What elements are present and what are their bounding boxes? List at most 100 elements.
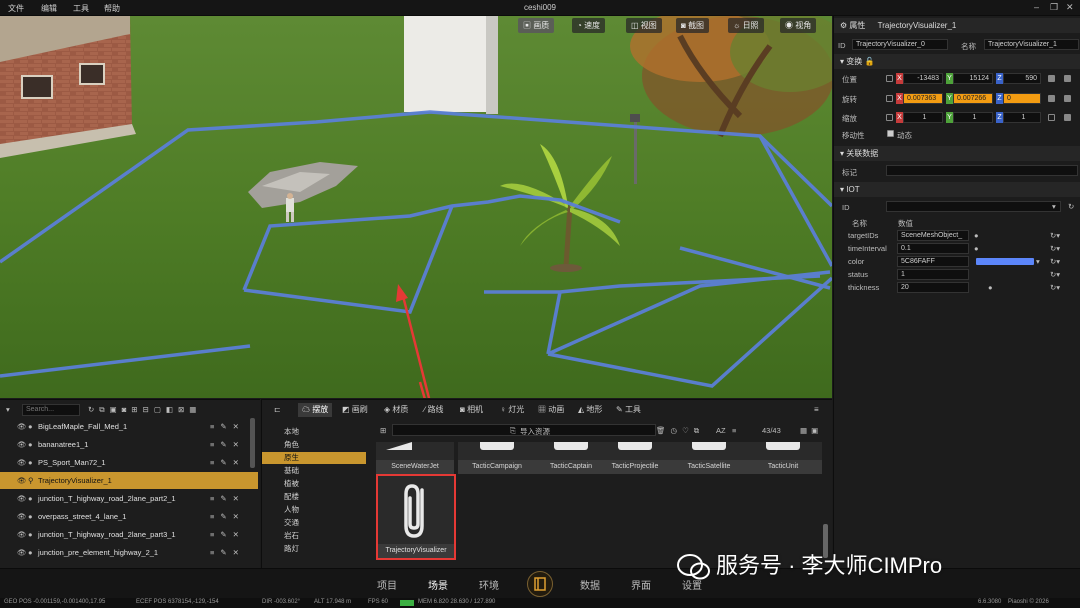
slider-handle[interactable]: ●	[988, 283, 993, 292]
chevron-down-icon[interactable]: ▾	[1036, 257, 1040, 266]
eye-icon[interactable]: 👁	[17, 548, 27, 557]
filter-icon[interactable]: ▾	[6, 405, 10, 414]
close-icon[interactable]: ✕	[1066, 2, 1074, 13]
scale-z-field[interactable]: 1	[1003, 112, 1041, 123]
outliner-row-selected[interactable]: 👁 ⚲ TrajectoryVisualizer_1	[0, 472, 258, 489]
asset-card[interactable]: TacticCampaign	[458, 442, 536, 474]
copy-icon[interactable]	[1048, 95, 1055, 102]
paste-icon[interactable]	[1064, 95, 1071, 102]
eye-icon[interactable]: 👁	[17, 458, 27, 467]
paste-icon[interactable]	[1064, 75, 1071, 82]
outliner-scrollbar[interactable]	[250, 418, 255, 468]
position-x-field[interactable]: -13483	[903, 73, 943, 84]
category-item-active[interactable]: 原生	[262, 452, 366, 464]
camera-angle-button[interactable]: ◉ 视角	[780, 18, 817, 33]
outliner-row[interactable]: 👁 ● PS_Sport_Man72_1 ≡✎✕	[0, 454, 258, 471]
rotation-x-field[interactable]: 0.007363	[903, 93, 943, 104]
iot-id-select[interactable]	[886, 201, 1061, 212]
outliner-search-input[interactable]: Search...	[22, 404, 80, 416]
tab-material[interactable]: ◈ 材质	[380, 403, 412, 417]
view-button[interactable]: ◫ 视图	[626, 18, 662, 33]
mobility-checkbox[interactable]	[887, 130, 894, 137]
screenshot-button[interactable]: ◙ 截图	[676, 18, 710, 33]
rotation-z-field[interactable]: 0	[1003, 93, 1041, 104]
tab-light[interactable]: ♀ 灯光	[496, 403, 528, 417]
eye-icon[interactable]: 👁	[17, 494, 27, 503]
scene-viewport[interactable]: ▣ 画质 ◔ 速度 ◫ 视图 ◙ 截图 ☼ 日照 ◉ 视角	[0, 16, 832, 398]
collapse-icon[interactable]: ⊏	[270, 403, 285, 417]
name-field[interactable]: TrajectoryVisualizer_1	[984, 39, 1079, 50]
asset-toolbar-icons[interactable]: 🗑◷♡⧉	[656, 426, 704, 436]
iot-row-value[interactable]: SceneMeshObject_	[897, 230, 969, 241]
list-view-icon[interactable]: ≡	[810, 403, 823, 417]
tab-route[interactable]: ∕ 路线	[420, 403, 448, 417]
tab-camera[interactable]: ◙ 相机	[456, 403, 487, 417]
category-item[interactable]: 本地	[262, 426, 366, 438]
scale-x-field[interactable]: 1	[903, 112, 943, 123]
category-item[interactable]: 配楼	[262, 491, 366, 503]
category-item[interactable]: 人物	[262, 504, 366, 516]
category-item[interactable]: 路灯	[262, 543, 366, 555]
maximize-icon[interactable]: ❐	[1050, 2, 1058, 13]
tab-brush[interactable]: ◩ 画刷	[338, 403, 372, 417]
outliner-row[interactable]: 👁 ● junction_pre_element_highway_2_1 ≡✎✕	[0, 544, 258, 561]
position-z-field[interactable]: 590	[1003, 73, 1041, 84]
nav-data[interactable]: 数据	[580, 577, 600, 592]
lock-icon[interactable]	[1048, 114, 1055, 121]
reset-icon[interactable]: ↻▾	[1050, 257, 1060, 266]
category-item[interactable]: 基础	[262, 465, 366, 477]
iot-row-value[interactable]: 20	[897, 282, 969, 293]
scale-y-field[interactable]: 1	[953, 112, 993, 123]
iot-section-header[interactable]: ▾ IOT	[834, 182, 1080, 197]
outliner-toolbar-icons[interactable]: ↻⧉▣◙⊞⊟▢◧⊠▦	[88, 405, 201, 415]
row-actions-icons[interactable]: ≡✎✕	[210, 458, 245, 467]
iot-row-value[interactable]: 0.1	[897, 243, 969, 254]
color-swatch[interactable]	[976, 258, 1034, 265]
view-toggle-icons[interactable]: ▦▣	[800, 426, 822, 435]
eye-icon[interactable]: 👁	[17, 440, 27, 449]
sort-button[interactable]: AZ	[716, 426, 726, 435]
lock-icon[interactable]: 🔓	[864, 57, 874, 66]
eye-icon[interactable]: 👁	[17, 476, 27, 485]
paste-icon[interactable]	[1064, 114, 1071, 121]
row-actions-icons[interactable]: ≡✎✕	[210, 512, 245, 521]
related-data-section-header[interactable]: ▾ 关联数据	[834, 146, 1080, 161]
category-item[interactable]: 角色	[262, 439, 366, 451]
asset-card[interactable]: TacticProjectile	[596, 442, 674, 474]
asset-card[interactable]: SceneWaterJet	[376, 442, 454, 474]
nav-project[interactable]: 项目	[377, 577, 397, 592]
category-item[interactable]: 交通	[262, 517, 366, 529]
asset-card[interactable]: TacticSatellite	[670, 442, 748, 474]
eye-icon[interactable]: 👁	[17, 530, 27, 539]
row-actions-icons[interactable]: ≡✎✕	[210, 422, 245, 431]
outliner-row[interactable]: 👁 ● junction_T_highway_road_2lane_part3_…	[0, 526, 258, 543]
eye-icon[interactable]: 👁	[17, 422, 27, 431]
eye-icon[interactable]: 👁	[17, 512, 27, 521]
position-y-field[interactable]: 15124	[953, 73, 993, 84]
tab-terrain[interactable]: ◭ 地形	[574, 403, 606, 417]
transform-section-header[interactable]: ▾ 变换 🔓	[834, 54, 1080, 69]
row-actions-icons[interactable]: ≡✎✕	[210, 440, 245, 449]
row-actions-icons[interactable]: ≡✎✕	[210, 548, 245, 557]
refresh-icon[interactable]: ↻	[1068, 202, 1074, 211]
row-actions-icons[interactable]: ≡✎✕	[210, 494, 245, 503]
reset-icon[interactable]: ↻▾	[1050, 231, 1060, 240]
tab-tools[interactable]: ✎ 工具	[612, 403, 645, 417]
tab-animation[interactable]: ▦ 动画	[534, 403, 568, 417]
folder-icon[interactable]: ⊞	[380, 426, 386, 435]
asset-card-selected[interactable]: TrajectoryVisualizer	[376, 474, 456, 560]
iot-row-value[interactable]: 5C86FAFF	[897, 256, 969, 267]
import-assets-button[interactable]: 导入资源	[520, 426, 550, 437]
outliner-row[interactable]: 👁 ● overpass_street_4_lane_1 ≡✎✕	[0, 508, 258, 525]
speed-button[interactable]: ◔ 速度	[572, 18, 606, 33]
row-actions-icons[interactable]: ≡✎✕	[210, 530, 245, 539]
nav-scene[interactable]: 场景	[428, 577, 448, 592]
tag-field[interactable]	[886, 165, 1078, 176]
nav-environment[interactable]: 环境	[479, 577, 499, 592]
reset-icon[interactable]: ↻▾	[1050, 270, 1060, 279]
category-item[interactable]: 岩石	[262, 530, 366, 542]
asset-card[interactable]: TacticUnit	[744, 442, 822, 474]
id-field[interactable]: TrajectoryVisualizer_0	[852, 39, 948, 50]
home-logo-button[interactable]	[527, 571, 553, 597]
tab-place[interactable]: ☁ 摆放	[298, 403, 333, 417]
